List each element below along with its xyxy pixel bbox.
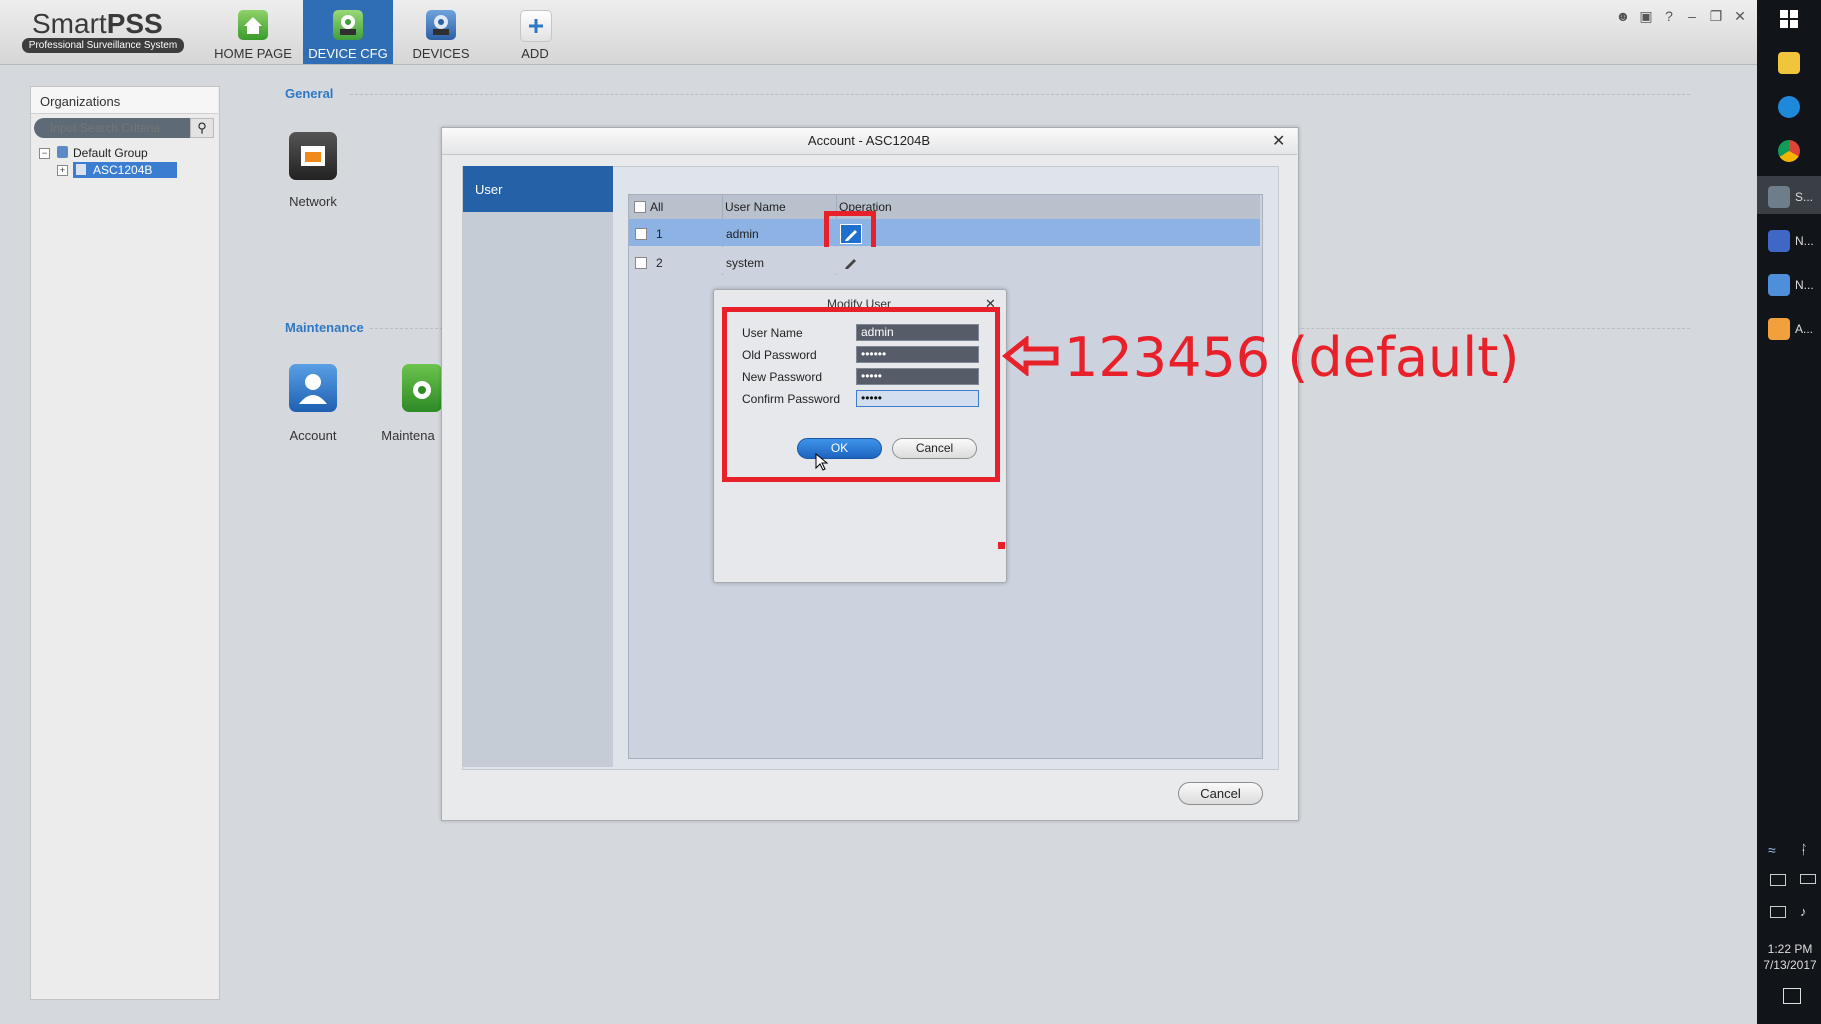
maintenance-label[interactable]: Maintena [374,428,442,443]
maintenance-gear-icon[interactable] [402,364,442,412]
row-checkbox[interactable] [635,228,647,240]
section-maintenance: Maintenance [285,320,364,335]
brand-bold: PSS [106,8,163,39]
smartpss-icon[interactable] [1768,186,1790,208]
section-divider [350,94,1690,95]
edit-pencil-icon[interactable] [840,224,862,244]
clock-date: 7/13/2017 [1763,958,1817,972]
resize-handle[interactable] [998,542,1005,549]
taskbar-app-label: A... [1795,322,1814,336]
account-cancel-button[interactable]: Cancel [1178,782,1263,805]
nav-devices[interactable]: DEVICES [396,0,486,64]
expand-toggle[interactable]: + [57,165,68,176]
tree-device-label: ASC1204B [93,163,153,177]
network-label[interactable]: Network [268,194,358,209]
annotation-text: 123456 (default) [1064,326,1520,389]
nav-label: DEVICE CFG [308,46,388,61]
battery-icon[interactable] [1800,874,1816,884]
column-all: All [650,200,664,214]
restore-icon[interactable]: ❐ [1705,8,1727,25]
network-icon[interactable] [289,132,337,180]
annotation-highlight-form [722,307,1000,482]
table-header [629,195,1260,220]
device-cfg-icon [333,10,363,40]
bluetooth-icon[interactable]: ᛛ [1800,842,1808,857]
home-icon [238,10,268,40]
nav-home-page[interactable]: HOME PAGE [208,0,298,64]
device-icon [76,164,86,175]
tray-display-icon[interactable] [1770,874,1786,886]
brand-light: Smart [32,8,107,39]
collapse-toggle[interactable]: − [39,148,50,159]
row-id: 2 [656,256,663,270]
clock-time: 1:22 PM [1767,942,1813,956]
taskbar-app-label: N... [1795,278,1814,292]
row-checkbox[interactable] [635,257,647,269]
row-id: 1 [656,227,663,241]
minimize-icon[interactable]: – [1681,8,1703,24]
nav-label: ADD [521,46,549,61]
help-icon[interactable]: ? [1658,8,1680,24]
add-icon [520,10,552,42]
account-icon[interactable] [289,364,337,412]
tab-column [463,166,613,767]
nav-label: HOME PAGE [214,46,292,61]
search-icon[interactable]: ⚲ [190,118,214,138]
organizations-title: Organizations [40,94,121,109]
app-logo: SmartPSS Professional Surveillance Syste… [22,8,186,56]
lock-icon[interactable]: ▣ [1635,8,1657,25]
organizations-panel [30,86,220,1000]
tray-network-icon[interactable]: ≈ [1768,842,1776,858]
edit-pencil-icon[interactable] [843,254,859,270]
account-label[interactable]: Account [268,428,358,443]
windows-start-icon[interactable] [1780,10,1798,28]
taskbar-app-label: N... [1795,234,1814,248]
user-icon[interactable]: ☻ [1612,8,1634,24]
tab-user-label: User [475,182,503,197]
tray-monitor-icon[interactable] [1770,906,1786,918]
annotation-arrow-icon [1001,334,1060,378]
close-icon[interactable]: ✕ [1729,8,1751,25]
row-user-name: system [726,256,765,270]
tab-user[interactable]: User [463,166,613,212]
tab-pointer [602,166,613,212]
group-icon [57,146,68,158]
chrome-icon[interactable] [1778,140,1800,162]
table-row[interactable] [629,219,1260,246]
file-explorer-icon[interactable] [1778,52,1800,74]
close-icon[interactable]: ✕ [1272,131,1285,151]
row-user-name: admin [726,227,759,241]
select-all-checkbox[interactable] [634,201,646,213]
account-dialog-title: Account - ASC1204B [807,133,931,148]
app-a-icon[interactable] [1768,318,1790,340]
nav-label: DEVICES [412,46,470,61]
section-general: General [285,86,334,101]
nav-add[interactable]: ADD [490,0,580,64]
volume-muted-icon[interactable]: ♪ [1800,904,1807,919]
taskbar-clock[interactable]: 1:22 PM 7/13/2017 [1762,941,1818,973]
table-row[interactable] [629,247,1260,274]
tree-group-default[interactable]: Default Group [73,146,148,160]
action-center-icon[interactable] [1783,988,1801,1004]
network-app-2-icon[interactable] [1768,274,1790,296]
network-app-icon[interactable] [1768,230,1790,252]
taskbar-app-label: S... [1795,190,1814,204]
internet-explorer-icon[interactable] [1778,96,1800,118]
organization-search-input[interactable] [34,118,190,138]
app-tagline: Professional Surveillance System [22,38,184,53]
column-user-name: User Name [725,200,786,214]
devices-icon [426,10,456,40]
nav-device-cfg[interactable]: DEVICE CFG [303,0,393,64]
